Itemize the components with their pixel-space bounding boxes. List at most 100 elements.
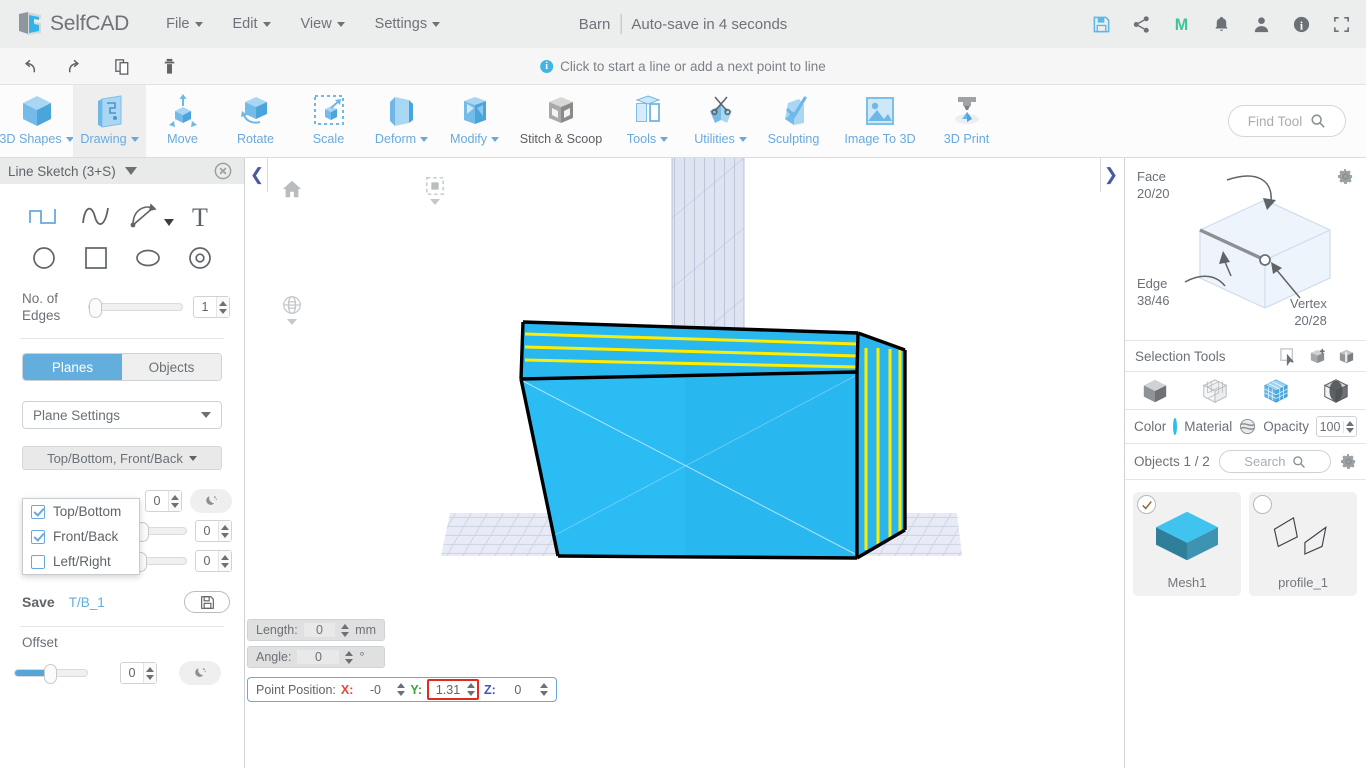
menu-view[interactable]: View	[286, 10, 360, 38]
rect-select-icon[interactable]	[1279, 347, 1298, 366]
save-button[interactable]	[184, 591, 230, 613]
stepper-down-icon[interactable]	[146, 674, 154, 680]
stepper-up-icon[interactable]	[221, 524, 229, 530]
length-value[interactable]: 0	[303, 623, 336, 637]
angle-stepper[interactable]	[345, 650, 354, 664]
fullscreen-icon[interactable]	[1330, 13, 1352, 35]
slider-knob[interactable]	[43, 664, 57, 684]
point-y-field-highlight[interactable]: 1.31	[427, 679, 479, 700]
stepper-up-icon[interactable]	[146, 666, 154, 672]
ring-tool[interactable]	[174, 240, 226, 276]
ribbon-scale[interactable]: Scale	[292, 85, 365, 157]
object-mode-icon[interactable]	[1137, 376, 1173, 406]
point-z-value[interactable]: 0	[501, 683, 535, 697]
copy-icon[interactable]	[112, 56, 132, 76]
length-field[interactable]: Length: 0 mm	[247, 619, 385, 641]
ribbon-modify[interactable]: Modify	[438, 85, 511, 157]
stepper-down-icon[interactable]	[341, 631, 350, 637]
point-x-stepper[interactable]	[397, 683, 406, 696]
ribbon-sculpting[interactable]: Sculpting	[757, 85, 830, 157]
app-logo[interactable]: SelfCAD	[16, 10, 129, 38]
ribbon-3d-shapes[interactable]: 3D Shapes	[0, 85, 74, 157]
stepper-up-icon[interactable]	[171, 494, 179, 500]
chevron-down-icon[interactable]	[287, 319, 297, 325]
offset-stepper[interactable]: 0	[120, 662, 157, 684]
stepper-up-icon[interactable]	[539, 683, 548, 688]
stepper-arrows[interactable]	[216, 297, 229, 317]
offset-slider[interactable]	[14, 664, 88, 684]
subtract-select-icon[interactable]	[1337, 347, 1356, 366]
save-preset-name[interactable]: T/B_1	[69, 595, 105, 610]
stepper-down-icon[interactable]	[221, 532, 229, 538]
material-icon[interactable]	[1239, 418, 1256, 435]
polyline-tool[interactable]	[18, 198, 70, 234]
stepper-down-icon[interactable]	[221, 562, 229, 568]
text-tool[interactable]: T	[174, 198, 226, 234]
checkbox-checked-icon[interactable]	[31, 504, 45, 519]
stepper-down-icon[interactable]	[345, 658, 354, 664]
plane-axis-dropdown[interactable]: Top/Bottom, Front/Back	[22, 446, 222, 470]
stepper-up-icon[interactable]	[219, 300, 227, 306]
home-view-icon[interactable]	[281, 178, 303, 200]
objects-search-input[interactable]: Search	[1218, 450, 1331, 473]
ribbon-3d-print[interactable]: 3D Print	[930, 85, 1003, 157]
tab-planes[interactable]: Planes	[23, 354, 122, 380]
notifications-bell-icon[interactable]	[1210, 13, 1232, 35]
angle-value[interactable]: 0	[297, 650, 340, 664]
close-icon[interactable]	[214, 162, 232, 180]
ribbon-drawing[interactable]: Drawing	[73, 85, 146, 157]
no-of-edges-slider[interactable]	[88, 298, 183, 318]
color-swatch[interactable]	[1173, 418, 1178, 435]
point-z-stepper[interactable]	[539, 683, 548, 696]
ribbon-tools[interactable]: Tools	[611, 85, 684, 157]
reset-hidden-param-button[interactable]	[190, 489, 232, 513]
stepper-up-icon[interactable]	[1346, 420, 1354, 426]
stepper-down-icon[interactable]	[171, 502, 179, 508]
dropdown-option-left-right[interactable]: Left/Right	[23, 549, 139, 574]
opacity-stepper[interactable]: 100	[1316, 416, 1357, 437]
menu-edit[interactable]: Edit	[218, 10, 286, 38]
length-stepper[interactable]	[341, 623, 350, 637]
no-of-edges-stepper[interactable]: 1	[193, 296, 230, 318]
face-mode-icon[interactable]	[1258, 376, 1294, 406]
collapse-right-panel-button[interactable]: ❯	[1101, 162, 1121, 188]
plane-settings-select[interactable]: Plane Settings	[22, 401, 222, 429]
ribbon-deform[interactable]: Deform	[365, 85, 438, 157]
info-icon[interactable]: i	[1290, 13, 1312, 35]
add-select-icon[interactable]	[1308, 347, 1327, 366]
view-orientation-icon[interactable]	[281, 294, 303, 325]
navigation-cube[interactable]: LEFT	[570, 373, 662, 453]
point-y-value[interactable]: 1.31	[431, 683, 465, 697]
arc-tool[interactable]	[122, 198, 174, 234]
hidden-param-stepper[interactable]: 0	[145, 490, 182, 512]
magic-m-icon[interactable]: M	[1170, 13, 1192, 35]
rotate-x-stepper[interactable]: 0	[195, 520, 232, 542]
square-tool[interactable]	[70, 240, 122, 276]
chevron-down-icon[interactable]	[124, 167, 137, 175]
ribbon-move[interactable]: Move	[146, 85, 219, 157]
object-card-profile1[interactable]: profile_1	[1249, 492, 1357, 596]
redo-icon[interactable]	[65, 56, 85, 76]
edge-mode-icon[interactable]	[1318, 376, 1354, 406]
save-icon[interactable]	[1090, 13, 1112, 35]
ellipse-tool[interactable]	[122, 240, 174, 276]
user-account-icon[interactable]	[1250, 13, 1272, 35]
find-tool-input[interactable]: Find Tool	[1228, 105, 1346, 137]
circle-tool[interactable]	[18, 240, 70, 276]
angle-field[interactable]: Angle: 0 °	[247, 646, 385, 668]
stepper-up-icon[interactable]	[221, 554, 229, 560]
object-card-mesh1[interactable]: Mesh1	[1133, 492, 1241, 596]
freehand-curve-tool[interactable]	[70, 198, 122, 234]
stepper-down-icon[interactable]	[1346, 427, 1354, 433]
point-position-bar[interactable]: Point Position: X: -0 Y: 1.31 Z: 0	[247, 677, 557, 702]
slider-knob[interactable]	[89, 298, 102, 318]
share-icon[interactable]	[1130, 13, 1152, 35]
ribbon-rotate[interactable]: Rotate	[219, 85, 292, 157]
grid-display-icon[interactable]	[425, 176, 445, 205]
stepper-up-icon[interactable]	[345, 650, 354, 656]
chevron-down-icon[interactable]	[430, 199, 440, 205]
tab-objects[interactable]: Objects	[122, 354, 221, 380]
menu-settings[interactable]: Settings	[360, 10, 455, 38]
stepper-up-icon[interactable]	[397, 683, 406, 688]
stepper-down-icon[interactable]	[467, 691, 475, 696]
